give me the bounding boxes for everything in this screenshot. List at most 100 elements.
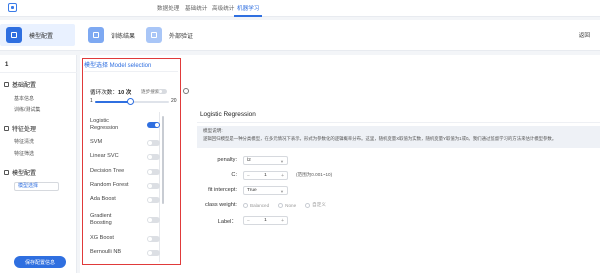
slider-handle[interactable] [126, 98, 134, 105]
model-selection-title: 模型选择 Model selection [84, 63, 152, 69]
sidebar-item-feature-cleaning[interactable]: 特征清洗 [14, 138, 34, 145]
tab-advanced-statistics[interactable]: 高级统计 [212, 4, 234, 12]
sidebar-item-train-test-set[interactable]: 训练/测试集 [14, 106, 40, 113]
model-row: Decision Tree [90, 168, 160, 175]
model-row: XG Boost [90, 235, 160, 242]
divider [0, 72, 77, 73]
step-label: 训练结果 [111, 33, 136, 40]
save-config-button[interactable]: 保存配置信息 [14, 256, 66, 268]
class-weight-label: class weight: [204, 202, 237, 208]
model-list-scrollbar[interactable] [162, 116, 164, 204]
chevron-down-icon: ▼ [280, 159, 284, 164]
c-stepper[interactable]: − 1 + [243, 171, 288, 180]
tab-basic-statistics[interactable]: 基础统计 [185, 4, 207, 12]
divider [84, 71, 178, 72]
params-title: Logistic Regression [200, 111, 256, 118]
model-list: Logistic Regression SVM Linear SVC Decision… [86, 112, 160, 262]
class-weight-radio-group: Balanced None 自定义 [243, 202, 332, 208]
model-toggle[interactable] [147, 139, 160, 146]
tab-data-processing[interactable]: 数据处理 [157, 4, 179, 12]
description-text: 逻辑回归模型是一种分类模型，在多元情况下表示，形式为参数化的逻辑概率分布。这里，… [203, 136, 557, 141]
c-label: C: [231, 172, 237, 178]
app-logo-icon [8, 3, 17, 12]
sidebar: 1 基础配置 基本信息 训练/测试集 特征处理 特征清洗 特征筛选 模型配置 模… [0, 55, 77, 273]
tab-machine-learning[interactable]: 机器学习 [237, 4, 259, 12]
sidebar-group-model-config[interactable]: 模型配置 [4, 168, 36, 177]
external-validation-icon [146, 27, 162, 43]
model-toggle[interactable] [147, 153, 160, 160]
model-row: Ada Boost [90, 196, 160, 203]
model-toggle[interactable] [147, 249, 160, 256]
sidebar-group-label: 模型配置 [12, 171, 37, 177]
folder-icon [4, 82, 9, 87]
model-name: Gradient Boosting [90, 213, 112, 226]
model-row: SVM [90, 139, 160, 146]
slider-min-label: 1 [90, 98, 93, 104]
model-name: Decision Tree [90, 168, 125, 174]
model-row: Linear SVC [90, 153, 160, 160]
c-range-hint: (范围为0.001~10) [296, 172, 333, 177]
radio-icon [305, 202, 311, 208]
step-bar: 模型配置 训练结果 外部验证 返回 [0, 20, 600, 51]
sidebar-group-label: 基础配置 [12, 83, 37, 89]
model-name: Ada Boost [90, 196, 116, 202]
step-label: 模型配置 [29, 33, 54, 40]
step-model-config[interactable]: 模型配置 [0, 24, 75, 46]
plus-icon[interactable]: + [281, 218, 284, 224]
folder-icon [4, 126, 9, 131]
radio-none[interactable]: None [278, 202, 296, 208]
model-name: XG Boost [90, 235, 114, 241]
sidebar-group-basic-config[interactable]: 基础配置 [4, 80, 36, 89]
radio-custom[interactable]: 自定义 [305, 202, 326, 208]
penalty-label: penalty: [217, 157, 237, 163]
model-row: Gradient Boosting [90, 213, 160, 227]
section-number: 1 [5, 62, 9, 68]
penalty-value: l2 [247, 158, 251, 163]
plus-icon[interactable]: + [281, 173, 284, 179]
penalty-select[interactable]: l2 ▼ [243, 156, 288, 165]
fit-intercept-label: fit intercept: [208, 187, 237, 193]
model-toggle[interactable] [147, 122, 160, 128]
top-nav: 数据处理 基础统计 高级统计 机器学习 [0, 0, 600, 17]
sidebar-group-label: 特征处理 [12, 127, 37, 133]
sidebar-item-basic-info[interactable]: 基本信息 [14, 95, 34, 102]
model-toggle[interactable] [147, 217, 160, 223]
step-search-label: 逐步搜索 [141, 89, 160, 94]
model-row: Logistic Regression [90, 118, 160, 132]
step-train-result[interactable]: 训练结果 [84, 24, 144, 46]
step-search-toggle[interactable] [158, 89, 167, 94]
sidebar-item-model-selection[interactable]: 模型选择 [14, 182, 59, 191]
radio-balanced[interactable]: Balanced [243, 202, 269, 208]
model-name: Bernoulli NB [90, 249, 122, 255]
model-name: Linear SVC [90, 153, 119, 159]
sidebar-group-feature-processing[interactable]: 特征处理 [4, 124, 36, 133]
label-label: Label： [217, 219, 237, 225]
fit-intercept-value: True [247, 188, 257, 193]
step-label: 外部验证 [169, 33, 194, 40]
model-row: Bernoulli NB [90, 249, 160, 256]
model-toggle[interactable] [147, 235, 160, 242]
description-label: 模型说明: [203, 128, 223, 133]
radio-icon [278, 202, 284, 208]
sidebar-item-feature-selection[interactable]: 特征筛选 [14, 150, 34, 157]
model-toggle[interactable] [147, 168, 160, 175]
model-toggle[interactable] [147, 182, 160, 189]
radio-icon [243, 202, 248, 208]
divider [197, 122, 600, 123]
loop-count-label: 循环次数：10 次 [90, 90, 132, 96]
step-external-validation[interactable]: 外部验证 [142, 24, 204, 46]
back-button[interactable]: 返回 [579, 31, 590, 39]
chevron-down-icon: ▼ [280, 189, 284, 194]
info-icon[interactable] [183, 88, 189, 94]
slider-fill [95, 101, 131, 103]
label-stepper[interactable]: − 1 + [243, 216, 288, 225]
train-result-icon [88, 27, 104, 43]
model-row: Random Forest [90, 182, 160, 189]
folder-icon [4, 170, 9, 175]
slider-max-label: 20 [171, 98, 177, 104]
model-name: SVM [90, 139, 103, 145]
model-name: Logistic Regression [90, 118, 119, 131]
model-toggle[interactable] [147, 196, 160, 203]
model-name: Random Forest [90, 182, 129, 188]
fit-intercept-select[interactable]: True ▼ [243, 186, 288, 195]
